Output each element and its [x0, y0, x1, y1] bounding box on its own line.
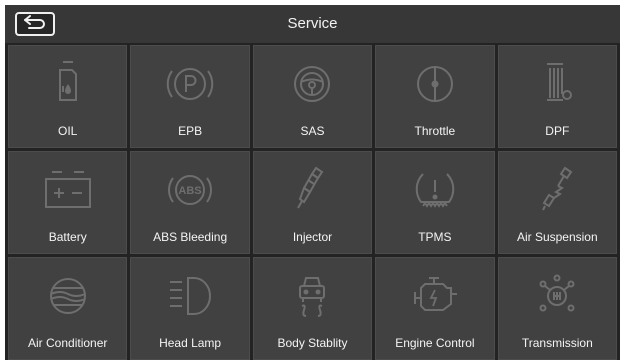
- body-stability-icon: [282, 268, 342, 324]
- head-lamp-icon: [160, 268, 220, 324]
- tile-label: Air Conditioner: [28, 336, 108, 350]
- tile-label: DPF: [545, 124, 570, 138]
- battery-icon: [38, 162, 98, 218]
- tile-air-conditioner[interactable]: Air Conditioner: [8, 257, 128, 360]
- air-suspension-icon: [527, 162, 587, 218]
- tile-throttle[interactable]: Throttle: [375, 45, 495, 148]
- back-button[interactable]: [15, 12, 55, 36]
- tile-injector[interactable]: Injector: [252, 151, 373, 254]
- tile-label: Throttle: [414, 124, 456, 138]
- engine-icon: [405, 268, 465, 324]
- tile-label: Injector: [292, 230, 333, 244]
- tile-epb[interactable]: EPB: [130, 45, 250, 148]
- tile-abs-bleeding[interactable]: ABS ABS Bleeding: [130, 151, 250, 254]
- tile-label: TPMS: [418, 230, 452, 244]
- tile-label: Air Suspension: [516, 230, 598, 244]
- svg-text:ABS: ABS: [178, 185, 201, 197]
- injector-icon: [282, 162, 342, 218]
- page-title: Service: [287, 15, 338, 32]
- service-screen: Service OIL EPB SAS Throttle DPF Battery…: [5, 5, 620, 360]
- tile-label: Head Lamp: [159, 336, 222, 350]
- abs-icon: ABS: [160, 162, 220, 218]
- tile-engine-control[interactable]: Engine Control: [375, 257, 495, 360]
- throttle-icon: [405, 56, 465, 112]
- steering-wheel-icon: [282, 56, 342, 112]
- tire-pressure-icon: [405, 162, 465, 218]
- tile-label: Transmission: [521, 336, 593, 350]
- tile-air-suspension[interactable]: Air Suspension: [497, 151, 617, 254]
- gearbox-icon: [527, 268, 587, 324]
- diesel-filter-icon: [527, 56, 587, 112]
- back-arrow-icon: [23, 14, 47, 34]
- service-grid: OIL EPB SAS Throttle DPF Battery ABS ABS…: [8, 45, 617, 360]
- tile-label: Battery: [48, 230, 87, 244]
- tile-sas[interactable]: SAS: [252, 45, 373, 148]
- tile-battery[interactable]: Battery: [8, 151, 128, 254]
- air-conditioner-icon: [38, 268, 98, 324]
- tile-label: Engine Control: [395, 336, 475, 350]
- header-bar: Service: [5, 5, 620, 43]
- tile-transmission[interactable]: Transmission: [497, 257, 617, 360]
- tile-tpms[interactable]: TPMS: [375, 151, 495, 254]
- tile-dpf[interactable]: DPF: [497, 45, 617, 148]
- tile-label: SAS: [300, 124, 325, 138]
- tile-label: OIL: [58, 124, 78, 138]
- parking-brake-icon: [160, 56, 220, 112]
- tile-label: EPB: [178, 124, 203, 138]
- tile-label: Body Stablity: [277, 336, 348, 350]
- oil-can-icon: [38, 56, 98, 112]
- tile-label: ABS Bleeding: [153, 230, 228, 244]
- tile-oil[interactable]: OIL: [8, 45, 128, 148]
- tile-body-stability[interactable]: Body Stablity: [252, 257, 373, 360]
- tile-head-lamp[interactable]: Head Lamp: [130, 257, 250, 360]
